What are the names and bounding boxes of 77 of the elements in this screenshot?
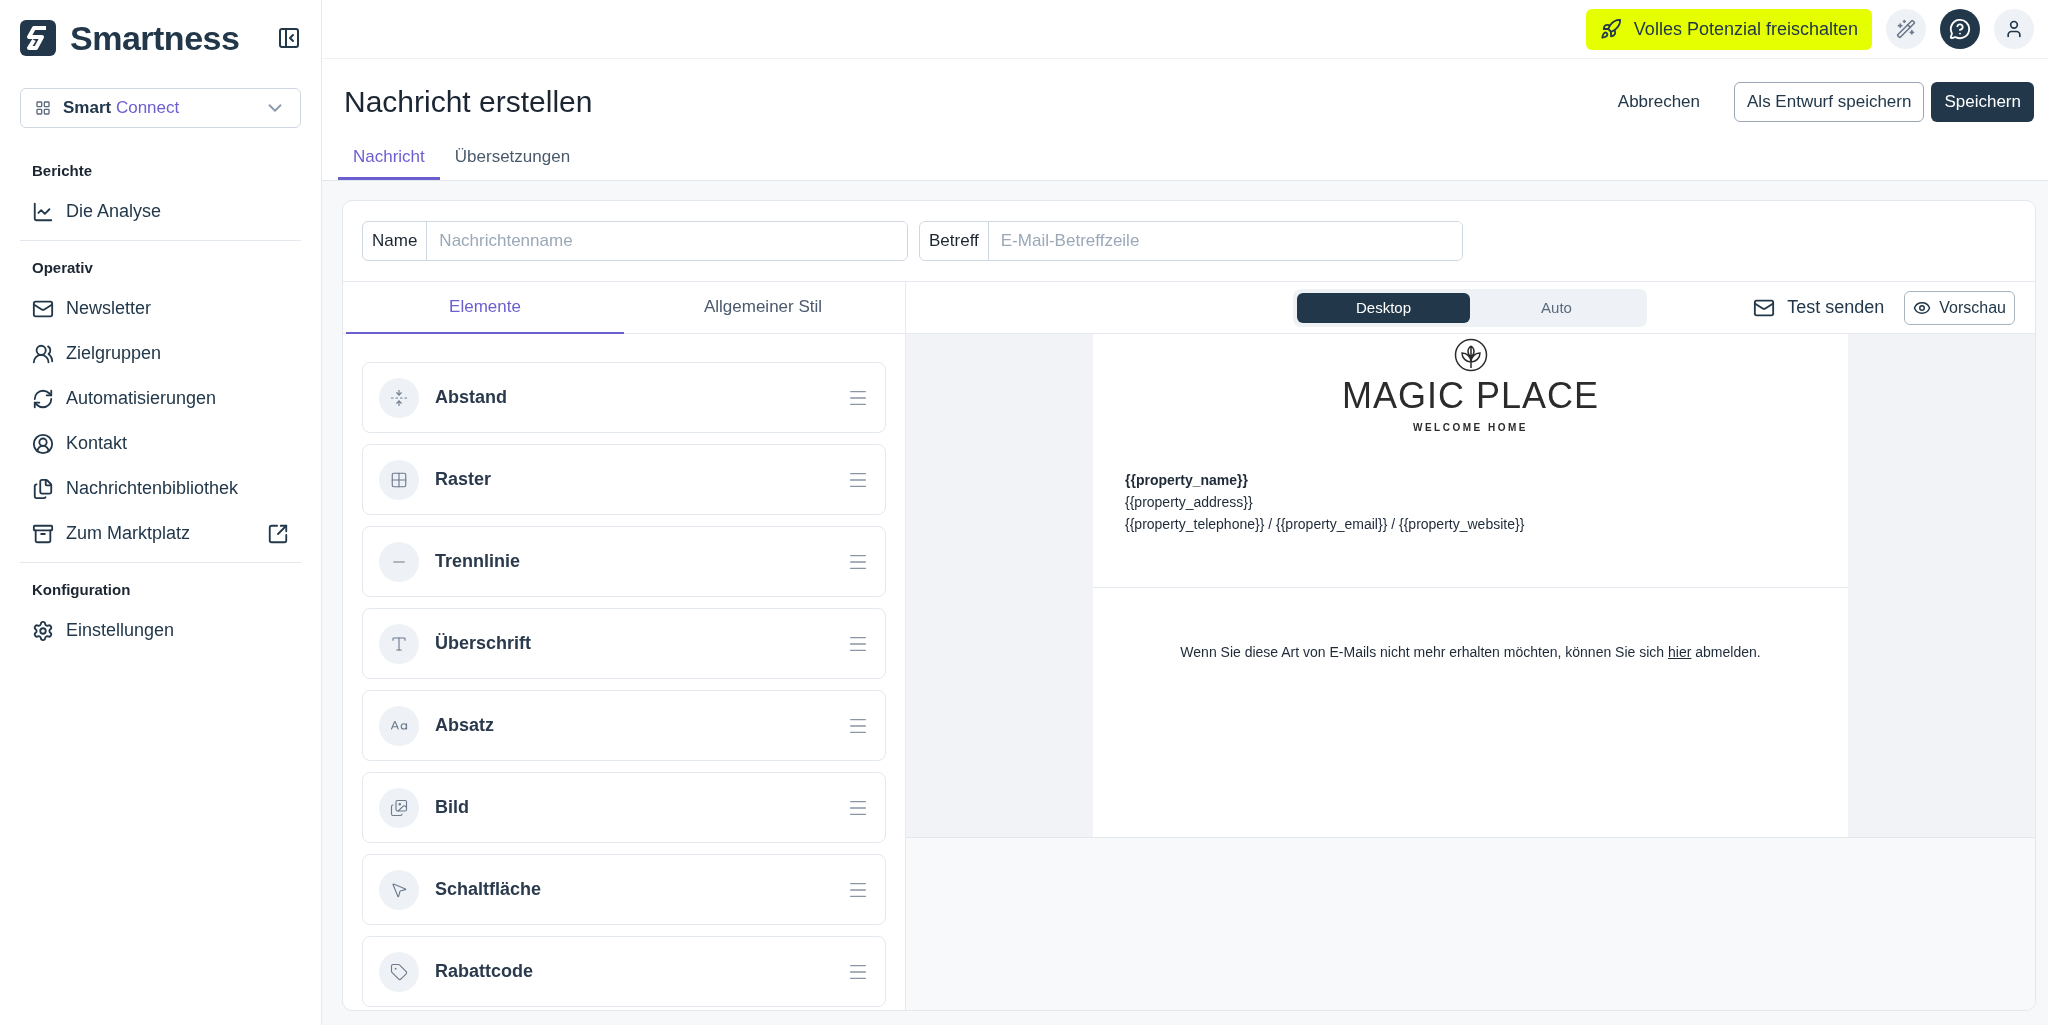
page-title: Nachricht erstellen xyxy=(344,85,594,119)
element-item[interactable]: Schaltfläche xyxy=(362,854,886,925)
people-icon xyxy=(32,342,54,365)
nav-item[interactable]: Automatisierungen xyxy=(20,376,301,421)
element-label: Trennlinie xyxy=(435,551,522,572)
editor-tab[interactable]: Allgemeiner Stil xyxy=(624,282,902,334)
brand-name: Smartness xyxy=(70,18,241,58)
minus-icon xyxy=(379,541,419,582)
element-item[interactable]: Rabattcode xyxy=(362,936,886,1007)
user-button[interactable] xyxy=(1994,9,2034,49)
property-name: {{property_name}} xyxy=(1125,471,1249,490)
nav-item[interactable]: Die Analyse xyxy=(20,189,301,234)
element-item[interactable]: Überschrift xyxy=(362,608,886,679)
cancel-button[interactable]: Abbrechen xyxy=(1603,92,1715,112)
property-address: {{property_address}} xyxy=(1125,493,1254,512)
nav-item[interactable]: Nachrichtenbibliothek xyxy=(20,466,301,511)
refresh-icon xyxy=(32,387,54,410)
nav-item[interactable]: Zielgruppen xyxy=(20,331,301,376)
rocket-icon xyxy=(1599,18,1622,40)
magic-wand-icon xyxy=(1896,19,1916,39)
element-label: Rabattcode xyxy=(435,961,534,982)
user-icon xyxy=(2004,19,2024,39)
chart-icon xyxy=(32,200,54,223)
text-icon xyxy=(379,623,419,664)
unsubscribe-link[interactable]: hier xyxy=(1668,644,1692,660)
section-title: Berichte xyxy=(31,161,94,181)
pointer-icon xyxy=(379,869,419,910)
editor-tab[interactable]: Elemente xyxy=(346,282,624,334)
preview-button[interactable]: Vorschau xyxy=(1904,290,2015,325)
element-label: Schaltfläche xyxy=(435,879,543,900)
element-item[interactable]: Trennlinie xyxy=(362,526,886,597)
collapse-sidebar-icon[interactable] xyxy=(277,26,301,50)
text-field[interactable]: Betreff E-Mail-Betreffzeile xyxy=(919,221,1463,261)
help-icon xyxy=(1949,18,1971,40)
element-item[interactable]: Absatz xyxy=(362,690,886,761)
element-label: Überschrift xyxy=(435,633,533,654)
element-label: Bild xyxy=(435,797,470,818)
logo-title: MAGIC PLACE xyxy=(1341,374,1600,418)
section-title: Konfiguration xyxy=(31,580,132,600)
settings-icon xyxy=(32,619,54,642)
external-link-icon xyxy=(267,522,289,545)
mode-option[interactable]: Desktop xyxy=(1297,292,1470,323)
element-label: Raster xyxy=(435,469,493,490)
magic-wand-button[interactable] xyxy=(1886,9,1926,49)
leaf-logo-icon xyxy=(1453,338,1488,372)
tag-icon xyxy=(379,951,419,992)
images-icon xyxy=(379,787,419,828)
case-icon xyxy=(379,705,419,746)
grid-icon xyxy=(379,459,419,500)
logo-tagline: WELCOME HOME xyxy=(1413,422,1528,433)
send-test-button[interactable]: Test senden xyxy=(1747,295,1891,320)
fold-icon xyxy=(379,377,419,418)
element-label: Absatz xyxy=(435,715,495,736)
upgrade-button[interactable]: Volles Potenzial freischalten xyxy=(1585,8,1872,50)
unsubscribe-text: Wenn Sie diese Art von E-Mails nicht mehr erhalten möchten, können Sie sich hier abmelden. xyxy=(1179,644,1762,660)
element-item[interactable]: Raster xyxy=(362,444,886,515)
grid-icon xyxy=(35,100,51,116)
nav-item[interactable]: Zum Marktplatz xyxy=(20,511,301,556)
logo-icon xyxy=(20,20,56,56)
product-switcher[interactable]: Smart Connect xyxy=(20,88,301,128)
save-button[interactable]: Speichern xyxy=(1931,82,2034,122)
help-button[interactable] xyxy=(1940,9,1980,49)
user-circle-icon xyxy=(32,432,54,455)
nav-item[interactable]: Kontakt xyxy=(20,421,301,466)
documents-icon xyxy=(32,477,54,500)
text-field[interactable]: Name Nachrichtenname xyxy=(362,221,908,261)
element-label: Abstand xyxy=(435,387,508,408)
save-draft-button[interactable]: Als Entwurf speichern xyxy=(1734,82,1925,122)
section-title: Operativ xyxy=(31,258,94,278)
mode-option[interactable]: Auto xyxy=(1470,292,1643,323)
element-item[interactable]: Abstand xyxy=(362,362,886,433)
archive-icon xyxy=(32,522,54,545)
element-item[interactable]: Bild xyxy=(362,772,886,843)
nav-item[interactable]: Einstellungen xyxy=(20,608,301,653)
nav-item[interactable]: Newsletter xyxy=(20,286,301,331)
property-contact: {{property_telephone}} / {{property_email}} / {{property_website}} xyxy=(1125,515,1526,534)
page-tab[interactable]: Übersetzungen xyxy=(439,136,586,180)
